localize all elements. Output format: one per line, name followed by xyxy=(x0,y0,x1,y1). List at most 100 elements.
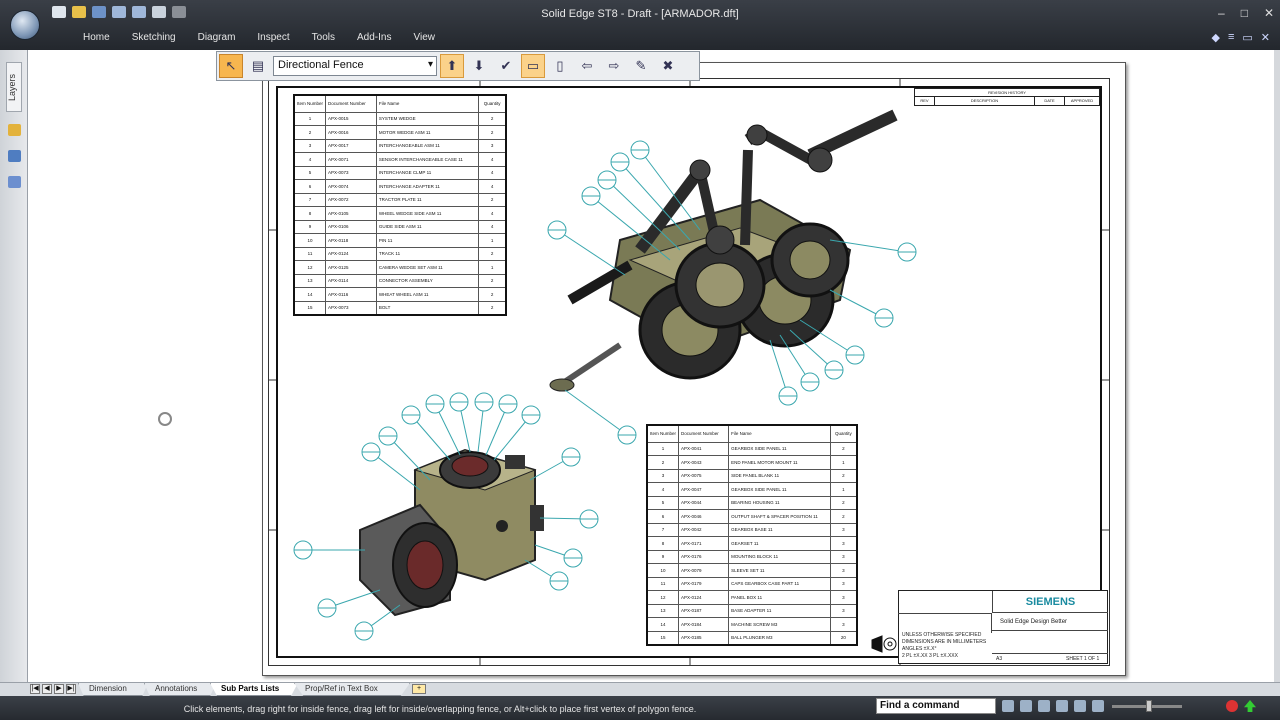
select-tool-toolbar: ↖ ▤ Directional Fence ⬆ ⬇ ✔ ▭ ▯ ⇦ ⇨ ✎ ✖ xyxy=(216,51,700,81)
cell-quantity: 2 xyxy=(478,125,507,140)
table-row[interactable]: 6 APX-0074 INTERCHANGE ADAPTER 11 4 xyxy=(293,179,507,194)
cell-file-name: SIDE PANEL BLANK 11 xyxy=(728,468,831,483)
command-finder-input[interactable]: Find a command xyxy=(876,698,996,714)
col-quantity: Quantity xyxy=(829,424,858,443)
page-button[interactable]: ▯ xyxy=(548,54,572,78)
check-button[interactable]: ✔ xyxy=(494,54,518,78)
table-row[interactable]: 10 APX-0118 PIN 11 1 xyxy=(293,233,507,248)
edit-button[interactable]: ✎ xyxy=(629,54,653,78)
view-icon[interactable] xyxy=(1092,700,1104,712)
tab-dimension[interactable]: Dimension xyxy=(78,683,148,696)
zoom-area-icon[interactable] xyxy=(1020,700,1032,712)
table-row[interactable]: 14 APX-0116 WHEAT WHEEL ASM 11 2 xyxy=(293,287,507,302)
cell-item: 7 xyxy=(646,522,680,537)
table-row[interactable]: 2 APX-0016 MOTOR WEDGE ASM 11 2 xyxy=(293,125,507,140)
table-row[interactable]: 3 APX-0075 SIDE PANEL BLANK 11 2 xyxy=(646,468,858,483)
tab-annotations[interactable]: Annotations xyxy=(144,683,216,696)
first-sheet-button[interactable]: |◀ xyxy=(30,684,40,694)
zoom-icon[interactable] xyxy=(1038,700,1050,712)
cell-doc-number: APX-0073 xyxy=(325,165,377,180)
last-sheet-button[interactable]: ▶| xyxy=(66,684,76,694)
table-row[interactable]: 11 APX-0124 TRACK 11 2 xyxy=(293,246,507,261)
cell-file-name: GEARBOX SIDE PANEL 11 xyxy=(728,482,831,497)
cell-quantity: 4 xyxy=(478,165,507,180)
title-block-divider xyxy=(992,630,1108,654)
table-row[interactable]: 15 APX-0073 BOLT 2 xyxy=(293,300,507,315)
close-toolbar-button[interactable]: ✖ xyxy=(656,54,680,78)
prev-sheet-button[interactable]: ◀ xyxy=(42,684,52,694)
gearbox-assembly-view[interactable] xyxy=(359,448,544,617)
table-row[interactable]: 12 APX-0125 CAMERA WEDGE SET ASM 11 1 xyxy=(293,260,507,275)
table-row[interactable]: 12 APX-0124 PANEL BOX 11 3 xyxy=(646,590,858,605)
cell-item: 14 xyxy=(293,287,327,302)
cell-item: 15 xyxy=(293,300,327,315)
siemens-logo: SIEMENS xyxy=(992,591,1108,613)
next-button[interactable]: ⇨ xyxy=(602,54,626,78)
table-row[interactable]: 8 APX-0105 WHEEL WEDGE SIDE ASM 11 4 xyxy=(293,206,507,221)
cell-item: 5 xyxy=(293,165,327,180)
table-row[interactable]: 7 APX-0042 GEARBOX BASE 11 3 xyxy=(646,522,858,537)
pan-icon[interactable] xyxy=(1056,700,1068,712)
cell-quantity: 2 xyxy=(478,111,507,126)
select-options-button[interactable]: ▤ xyxy=(246,54,270,78)
table-row[interactable]: 9 APX-0176 MOUNTING BLOCK 11 3 xyxy=(646,549,858,564)
cell-file-name: WHEEL WEDGE SIDE ASM 11 xyxy=(375,206,480,221)
table-row[interactable]: 1 APX-0041 GEARBOX SIDE PANEL 11 2 xyxy=(646,441,858,456)
cell-file-name: CONNECTOR ASSEMBLY xyxy=(375,273,480,288)
table-row[interactable]: 1 APX-0015 SYSTEM WEDGE 2 xyxy=(293,111,507,126)
cell-doc-number: APX-0124 xyxy=(325,246,377,261)
tab-prop-ref-text-box[interactable]: Prop/Ref in Text Box xyxy=(294,683,410,696)
parts-list-top[interactable]: Item Number Document Number File Name Qu… xyxy=(293,94,507,316)
cell-quantity: 2 xyxy=(829,509,858,524)
cell-item: 15 xyxy=(646,630,680,645)
zoom-slider-thumb[interactable] xyxy=(1146,700,1152,712)
rectangle-fence-button[interactable]: ▭ xyxy=(521,54,545,78)
cell-file-name: MOUNTING BLOCK 11 xyxy=(728,549,831,564)
parts-list-bottom[interactable]: Item Number Document Number File Name Qu… xyxy=(646,424,858,646)
cell-item: 8 xyxy=(646,536,680,551)
cell-file-name: GUIDE SIDE ASM 11 xyxy=(375,219,480,234)
cell-doc-number: APX-0072 xyxy=(325,192,377,207)
add-sheet-icon[interactable]: + xyxy=(412,684,426,694)
previous-button[interactable]: ⇦ xyxy=(575,54,599,78)
table-row[interactable]: 11 APX-0179 CAPS GEARBOX CASE PART 11 3 xyxy=(646,576,858,591)
filter-up-button[interactable]: ⬆ xyxy=(440,54,464,78)
cell-file-name: CAPS GEARBOX CASE PART 11 xyxy=(728,576,831,591)
cell-quantity: 4 xyxy=(478,179,507,194)
table-row[interactable]: 7 APX-0072 TRACTOR PLATE 11 2 xyxy=(293,192,507,207)
table-row[interactable]: 10 APX-0079 SLEEVE SET 11 3 xyxy=(646,563,858,578)
cell-quantity: 2 xyxy=(829,441,858,456)
cell-doc-number: APX-0125 xyxy=(325,260,377,275)
cell-file-name: GEARBOX SIDE PANEL 11 xyxy=(728,441,831,456)
stop-icon[interactable] xyxy=(1226,700,1238,712)
table-row[interactable]: 5 APX-0073 INTERCHANGE CLMP 11 4 xyxy=(293,165,507,180)
table-row[interactable]: 4 APX-0071 SENSOR INTERCHANGEABLE CASE 11 4 xyxy=(293,152,507,167)
rotate-icon[interactable] xyxy=(1074,700,1086,712)
cell-file-name: PIN 11 xyxy=(375,233,480,248)
table-row[interactable]: 9 APX-0106 GUIDE SIDE ASM 11 4 xyxy=(293,219,507,234)
table-row[interactable]: 13 APX-0114 CONNECTOR ASSEMBLY 2 xyxy=(293,273,507,288)
select-arrow-button[interactable]: ↖ xyxy=(219,54,243,78)
table-row[interactable]: 6 APX-0046 OUTPUT SHAFT & SPACER POSITION … xyxy=(646,509,858,524)
table-row[interactable]: 3 APX-0017 INTERCHANGEABLE ASM 11 3 xyxy=(293,138,507,153)
tab-sub-parts-lists[interactable]: Sub Parts Lists xyxy=(210,683,298,696)
cell-quantity: 1 xyxy=(478,260,507,275)
table-row[interactable]: 4 APX-0047 GEARBOX SIDE PANEL 11 1 xyxy=(646,482,858,497)
filter-down-button[interactable]: ⬇ xyxy=(467,54,491,78)
cell-doc-number: APX-0118 xyxy=(325,233,377,248)
table-row[interactable]: 15 APX-0185 BALL PLUNGER M3 20 xyxy=(646,630,858,645)
table-row[interactable]: 14 APX-0184 MACHINE SCREW M3 3 xyxy=(646,617,858,632)
cell-item: 13 xyxy=(646,603,680,618)
robot-assembly-view[interactable] xyxy=(549,109,898,392)
cell-quantity: 3 xyxy=(829,617,858,632)
fence-mode-dropdown[interactable]: Directional Fence xyxy=(273,56,437,76)
table-row[interactable]: 5 APX-0044 BEARING HOUSING 11 2 xyxy=(646,495,858,510)
fit-icon[interactable] xyxy=(1002,700,1014,712)
next-sheet-button[interactable]: ▶ xyxy=(54,684,64,694)
cell-quantity: 4 xyxy=(478,152,507,167)
cell-quantity: 2 xyxy=(478,192,507,207)
table-row[interactable]: 13 APX-0187 BASE ADAPTER 11 3 xyxy=(646,603,858,618)
table-row[interactable]: 8 APX-0171 GEARSET 11 3 xyxy=(646,536,858,551)
table-row[interactable]: 2 APX-0043 END PANEL MOTOR MOUNT 11 1 xyxy=(646,455,858,470)
cell-item: 2 xyxy=(646,455,680,470)
